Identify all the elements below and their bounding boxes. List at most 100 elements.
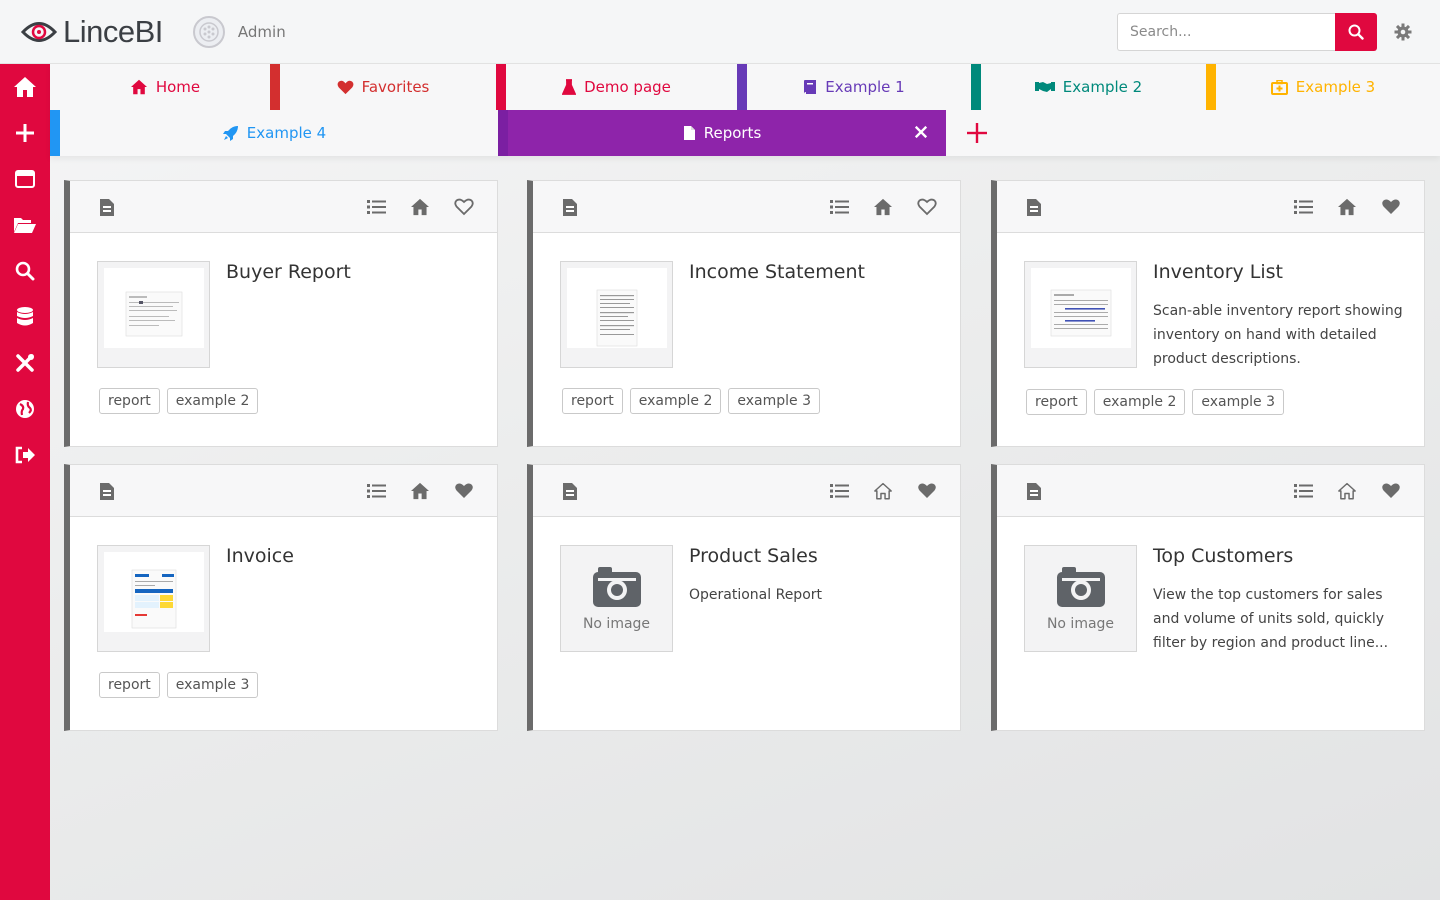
card-title[interactable]: Product Sales — [689, 545, 818, 567]
tag[interactable]: report — [1026, 389, 1087, 415]
heart-icon[interactable] — [454, 481, 474, 501]
add-tab-button[interactable] — [964, 110, 990, 156]
report-file-icon — [97, 197, 117, 217]
tab-label: Example 2 — [1062, 78, 1143, 96]
tag[interactable]: report — [99, 388, 160, 414]
tab-color-bar — [496, 64, 506, 110]
report-card[interactable]: Inventory List Scan-able inventory repor… — [991, 180, 1425, 447]
tab-color-bar — [270, 64, 280, 110]
sidebar-item-new[interactable] — [0, 110, 50, 156]
report-card[interactable]: Income Statement report example 2 exampl… — [527, 180, 961, 447]
no-image-placeholder: No image — [561, 546, 672, 651]
report-thumbnail[interactable]: No image — [560, 545, 673, 652]
plus-icon — [967, 123, 987, 143]
heart-icon — [337, 80, 354, 94]
report-preview-image — [567, 268, 667, 348]
tab-color-bar — [1206, 64, 1216, 110]
report-card[interactable]: No image Top Customers View the top cust… — [991, 464, 1425, 731]
avatar[interactable] — [192, 15, 225, 48]
tag[interactable]: example 3 — [166, 672, 259, 698]
book-icon — [804, 80, 817, 94]
report-file-icon — [97, 481, 117, 501]
sidebar-item-datasources[interactable] — [0, 294, 50, 340]
report-thumbnail[interactable] — [97, 261, 210, 368]
heart-outline-icon[interactable] — [917, 197, 937, 217]
home-icon[interactable] — [1337, 197, 1357, 217]
report-thumbnail[interactable] — [560, 261, 673, 368]
report-preview-image — [1031, 268, 1131, 348]
card-toolbar — [70, 181, 497, 233]
card-toolbar — [533, 181, 960, 233]
sidebar-item-search[interactable] — [0, 248, 50, 294]
report-card[interactable]: Buyer Report report example 2 — [64, 180, 498, 447]
tag[interactable]: example 3 — [1192, 389, 1285, 415]
card-title[interactable]: Top Customers — [1153, 545, 1293, 567]
report-thumbnail[interactable] — [1024, 261, 1137, 368]
report-card[interactable]: Invoice report example 3 — [64, 464, 498, 731]
list-icon[interactable] — [829, 197, 849, 217]
list-icon[interactable] — [366, 197, 386, 217]
tab-example-2[interactable]: Example 2 — [971, 64, 1206, 110]
card-title[interactable]: Buyer Report — [226, 261, 351, 283]
card-title[interactable]: Inventory List — [1153, 261, 1283, 283]
tab-example-1[interactable]: Example 1 — [737, 64, 971, 110]
no-image-label: No image — [1046, 615, 1115, 632]
report-preview-image — [104, 552, 204, 632]
card-title[interactable]: Invoice — [226, 545, 294, 567]
settings-button[interactable] — [1393, 22, 1413, 42]
brand-logo[interactable]: LinceBI — [21, 14, 163, 50]
no-image-label: No image — [582, 615, 651, 632]
home-icon — [14, 77, 36, 97]
list-icon[interactable] — [1293, 481, 1313, 501]
rocket-icon — [222, 125, 238, 141]
list-icon[interactable] — [829, 481, 849, 501]
tab-color-bar — [737, 64, 747, 110]
report-file-icon — [1024, 197, 1044, 217]
tab-favorites[interactable]: Favorites — [270, 64, 496, 110]
home-outline-icon[interactable] — [1337, 481, 1357, 501]
heart-icon[interactable] — [1381, 481, 1401, 501]
sidebar-item-browse[interactable] — [0, 202, 50, 248]
home-icon[interactable] — [873, 197, 893, 217]
home-icon[interactable] — [410, 481, 430, 501]
tab-home[interactable]: Home — [60, 64, 270, 110]
home-icon[interactable] — [410, 197, 430, 217]
heart-icon[interactable] — [1381, 197, 1401, 217]
list-icon[interactable] — [1293, 197, 1313, 217]
heart-outline-icon[interactable] — [454, 197, 474, 217]
globe-icon — [16, 400, 34, 418]
tag[interactable]: example 2 — [1093, 389, 1186, 415]
tab-reports[interactable]: Reports — [498, 110, 946, 156]
sidebar-item-windows[interactable] — [0, 156, 50, 202]
tag-list: report example 2 — [99, 388, 265, 414]
sidebar-item-language[interactable] — [0, 386, 50, 432]
sidebar-item-logout[interactable] — [0, 432, 50, 478]
card-description: Scan-able inventory report showing inven… — [1153, 303, 1403, 367]
tab-demo-page[interactable]: Demo page — [496, 64, 737, 110]
tab-label: Example 4 — [246, 124, 327, 142]
report-thumbnail[interactable] — [97, 545, 210, 652]
home-outline-icon[interactable] — [873, 481, 893, 501]
tag[interactable]: example 3 — [728, 388, 821, 414]
tag[interactable]: example 2 — [166, 388, 259, 414]
list-icon[interactable] — [366, 481, 386, 501]
tag[interactable]: report — [99, 672, 160, 698]
no-image-placeholder: No image — [1025, 546, 1136, 651]
tag[interactable]: report — [562, 388, 623, 414]
search-icon — [15, 261, 35, 281]
report-card[interactable]: No image Product Sales Operational Repor… — [527, 464, 961, 731]
user-menu[interactable]: Admin — [192, 15, 286, 48]
search-input[interactable] — [1117, 13, 1335, 51]
card-title[interactable]: Income Statement — [689, 261, 865, 283]
handshake-icon — [1034, 82, 1055, 92]
report-thumbnail[interactable]: No image — [1024, 545, 1137, 652]
close-icon[interactable] — [914, 125, 928, 139]
search-button[interactable] — [1335, 13, 1377, 51]
tab-example-4[interactable]: Example 4 — [50, 110, 498, 156]
heart-icon[interactable] — [917, 481, 937, 501]
tab-color-bar — [498, 110, 508, 156]
tag[interactable]: example 2 — [629, 388, 722, 414]
sidebar-item-home[interactable] — [0, 64, 50, 110]
tab-example-3[interactable]: Example 3 — [1206, 64, 1440, 110]
sidebar-item-tools[interactable] — [0, 340, 50, 386]
